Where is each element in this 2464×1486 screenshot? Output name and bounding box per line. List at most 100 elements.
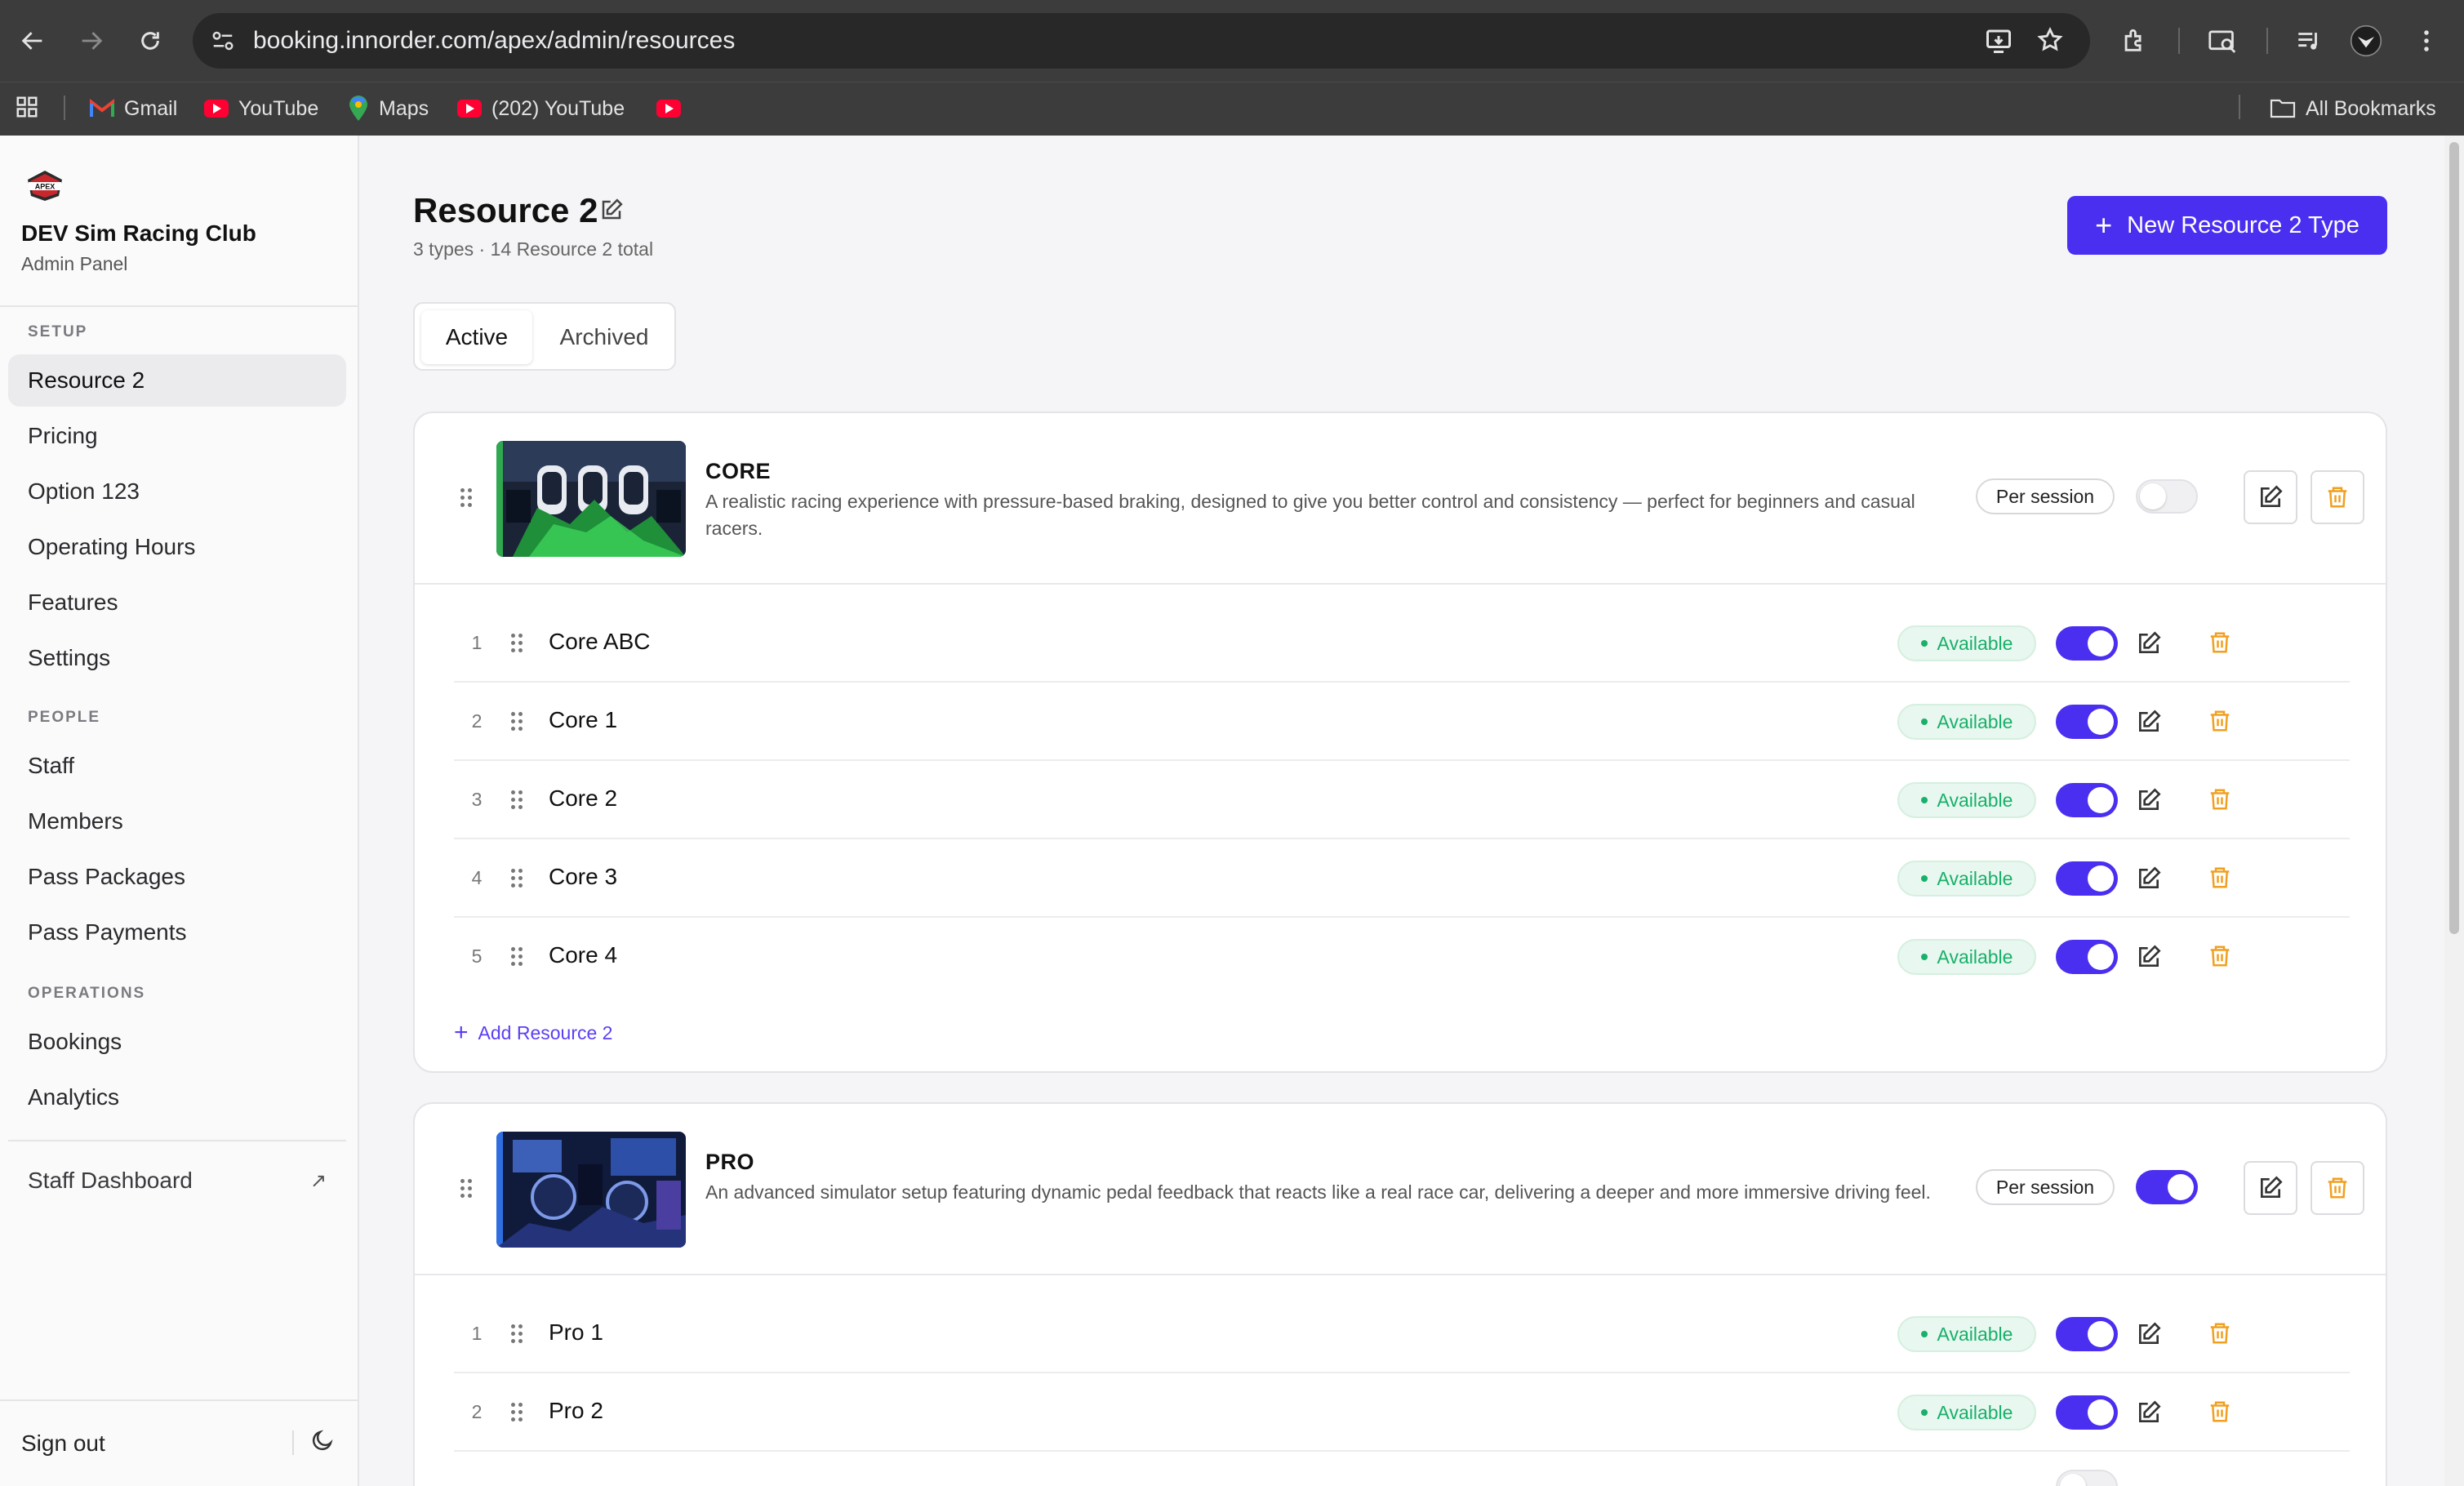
- scrollbar-thumb[interactable]: [2449, 142, 2459, 934]
- bookmark-maps[interactable]: Maps: [348, 91, 429, 126]
- address-bar[interactable]: booking.innorder.com/apex/admin/resource…: [193, 13, 2090, 69]
- edit-title-icon[interactable]: [599, 198, 624, 222]
- status-badge: Available: [1897, 939, 2036, 975]
- club-logo: APEX: [24, 168, 65, 202]
- resource-name: Core ABC: [549, 629, 651, 654]
- add-resource-button[interactable]: + Add Resource 2: [454, 1021, 612, 1045]
- type-enabled-toggle[interactable]: [2136, 1170, 2198, 1204]
- back-icon[interactable]: [15, 23, 51, 59]
- tab-search-icon[interactable]: [2204, 23, 2240, 59]
- sidebar-item-bookings[interactable]: Bookings: [8, 1016, 346, 1068]
- sidebar-item-pricing[interactable]: Pricing: [8, 410, 346, 462]
- install-app-icon[interactable]: [1984, 26, 2013, 56]
- resource-name: Pro 1: [549, 1319, 603, 1345]
- tab-archived[interactable]: Archived: [537, 310, 671, 364]
- edit-type-button[interactable]: [2244, 470, 2297, 524]
- resource-enabled-toggle[interactable]: [2056, 783, 2118, 817]
- staff-dashboard-link[interactable]: Staff Dashboard: [28, 1168, 193, 1194]
- row-number: 2: [471, 1401, 483, 1422]
- media-controls-icon[interactable]: [2291, 23, 2327, 59]
- row-number: 4: [471, 867, 483, 888]
- resource-enabled-toggle[interactable]: [2056, 705, 2118, 739]
- edit-icon[interactable]: [2136, 630, 2162, 656]
- bookmark-youtube-202[interactable]: (202) YouTube: [457, 91, 625, 126]
- status-badge: Available: [1897, 1395, 2036, 1430]
- edit-type-button[interactable]: [2244, 1161, 2297, 1215]
- profile-avatar-icon[interactable]: [2348, 23, 2384, 59]
- sidebar-item-resource-2[interactable]: Resource 2: [8, 354, 346, 407]
- resource-row: 1 Core ABC Available: [454, 604, 2350, 683]
- bookmark-star-icon[interactable]: [2036, 26, 2066, 56]
- drag-handle-icon[interactable]: [509, 1403, 526, 1424]
- trash-icon[interactable]: [2208, 865, 2234, 892]
- bookmark-youtube[interactable]: YouTube: [204, 91, 318, 126]
- sidebar-item-staff[interactable]: Staff: [8, 740, 346, 792]
- core-thumbnail-image: [496, 441, 686, 557]
- drag-handle-icon[interactable]: [509, 712, 526, 733]
- browser-chrome: booking.innorder.com/apex/admin/resource…: [0, 0, 2464, 136]
- drag-handle-icon[interactable]: [509, 947, 526, 968]
- resource-row: 2 Pro 2 Available: [454, 1373, 2350, 1452]
- drag-handle-icon[interactable]: [509, 634, 526, 655]
- resource-row: 1 Pro 1 Available: [454, 1295, 2350, 1373]
- row-number: 3: [471, 789, 483, 810]
- page-subtitle: 3 types · 14 Resource 2 total: [413, 238, 654, 260]
- page-scrollbar[interactable]: [2444, 136, 2464, 1486]
- trash-icon[interactable]: [2208, 944, 2234, 970]
- trash-icon[interactable]: [2208, 787, 2234, 813]
- sidebar-item-members[interactable]: Members: [8, 795, 346, 848]
- site-info-icon[interactable]: [211, 29, 237, 52]
- dark-mode-toggle-icon[interactable]: [310, 1428, 338, 1456]
- bookmark-youtube-icon-only[interactable]: [656, 91, 681, 126]
- sidebar-item-features[interactable]: Features: [8, 576, 346, 629]
- edit-icon[interactable]: [2136, 865, 2162, 892]
- sidebar-item-operating-hours[interactable]: Operating Hours: [8, 521, 346, 573]
- edit-icon[interactable]: [2136, 709, 2162, 735]
- trash-icon: [2328, 1177, 2347, 1199]
- trash-icon[interactable]: [2208, 630, 2234, 656]
- sidebar-item-pass-packages[interactable]: Pass Packages: [8, 851, 346, 903]
- sidebar-item-settings[interactable]: Settings: [8, 632, 346, 684]
- extensions-icon[interactable]: [2116, 23, 2152, 59]
- edit-icon[interactable]: [2136, 1399, 2162, 1426]
- bookmarks-divider: [2239, 95, 2240, 119]
- type-enabled-toggle[interactable]: [2136, 479, 2198, 514]
- sidebar-item-analytics[interactable]: Analytics: [8, 1071, 346, 1123]
- section-people-title: PEOPLE: [28, 709, 101, 726]
- bookmark-gmail[interactable]: Gmail: [90, 91, 177, 126]
- edit-icon[interactable]: [2136, 1321, 2162, 1347]
- type-description: An advanced simulator setup featuring dy…: [705, 1181, 1931, 1203]
- forward-icon[interactable]: [73, 23, 109, 59]
- trash-icon[interactable]: [2208, 709, 2234, 735]
- trash-icon[interactable]: [2208, 1321, 2234, 1347]
- resource-enabled-toggle[interactable]: [2056, 626, 2118, 661]
- trash-icon[interactable]: [2208, 1399, 2234, 1426]
- new-resource-type-button[interactable]: + New Resource 2 Type: [2067, 196, 2387, 255]
- resource-enabled-toggle[interactable]: [2056, 861, 2118, 896]
- sidebar-item-option-123[interactable]: Option 123: [8, 465, 346, 518]
- edit-icon[interactable]: [2136, 944, 2162, 970]
- resource-type-card-pro: PRO An advanced simulator setup featurin…: [413, 1102, 2387, 1486]
- apps-grid-icon[interactable]: [15, 95, 39, 119]
- edit-icon[interactable]: [2136, 787, 2162, 813]
- tab-active[interactable]: Active: [421, 310, 532, 364]
- drag-handle-icon[interactable]: [509, 869, 526, 890]
- delete-type-button[interactable]: [2311, 1161, 2364, 1215]
- svg-text:APEX: APEX: [35, 183, 56, 191]
- delete-type-button[interactable]: [2311, 470, 2364, 524]
- resource-enabled-toggle[interactable]: [2056, 1317, 2118, 1351]
- drag-handle-icon[interactable]: [509, 1324, 526, 1346]
- resource-enabled-toggle[interactable]: [2056, 940, 2118, 974]
- drag-handle-icon[interactable]: [459, 1179, 475, 1200]
- resource-enabled-toggle[interactable]: [2056, 1395, 2118, 1430]
- sidebar-item-pass-payments[interactable]: Pass Payments: [8, 906, 346, 959]
- all-bookmarks[interactable]: All Bookmarks: [2270, 91, 2436, 126]
- club-name: DEV Sim Racing Club: [21, 220, 256, 246]
- drag-handle-icon[interactable]: [509, 790, 526, 812]
- sidebar-divider: [0, 305, 359, 307]
- drag-handle-icon[interactable]: [459, 488, 475, 509]
- browser-menu-icon[interactable]: [2408, 23, 2444, 59]
- sign-out-button[interactable]: Sign out: [21, 1430, 105, 1457]
- reload-icon[interactable]: [132, 23, 168, 59]
- resource-enabled-toggle[interactable]: [2056, 1470, 2118, 1486]
